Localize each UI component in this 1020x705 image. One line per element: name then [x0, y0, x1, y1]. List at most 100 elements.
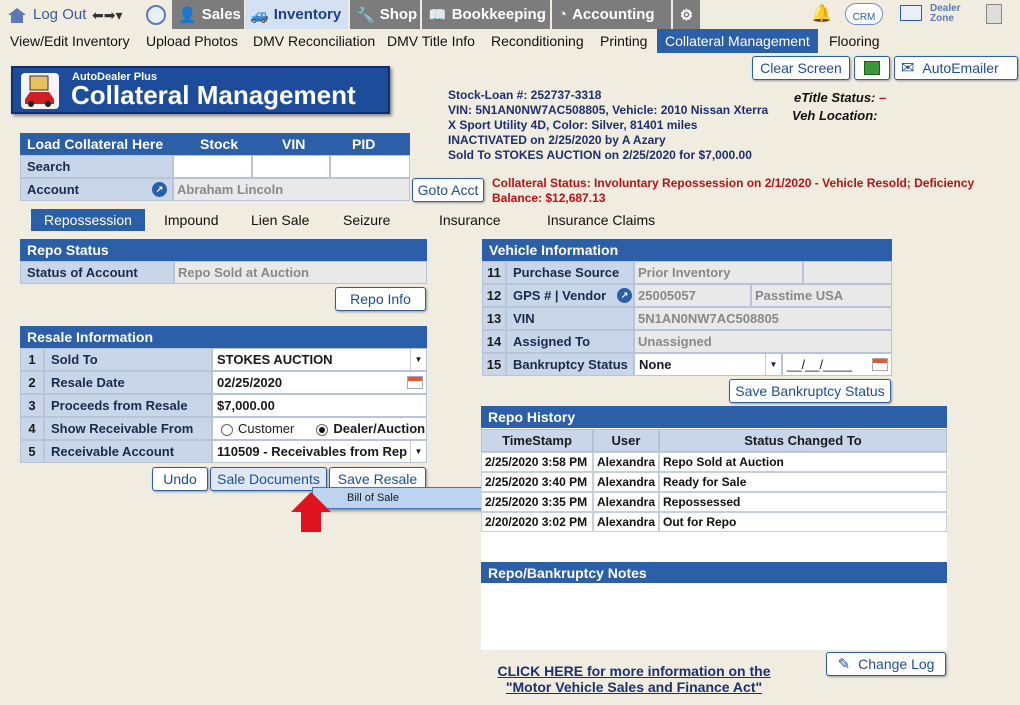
- sold-to-text: Sold To STOKES AUCTION on 2/25/2020 for …: [448, 148, 752, 162]
- sale-documents-menu: Bill of Sale: [312, 487, 494, 509]
- settings-button[interactable]: ⚙: [673, 0, 700, 29]
- account-field[interactable]: Abraham Lincoln: [173, 178, 410, 201]
- sold-to-select[interactable]: STOKES AUCTION ▼: [212, 348, 427, 371]
- row-number: 15: [482, 353, 506, 376]
- menu-item-bill-of-sale[interactable]: Bill of Sale: [347, 492, 399, 504]
- nav-shop[interactable]: 🔧 Shop: [350, 0, 420, 29]
- logout-link[interactable]: Log Out: [6, 0, 86, 29]
- receivable-account-select[interactable]: 110509 - Receivables from Rep ▼: [212, 440, 427, 463]
- vehicle-detail-text: X Sport Utility 4D, Color: Silver, 81401…: [448, 118, 698, 132]
- bankruptcy-date-input[interactable]: __/__/____: [782, 353, 892, 376]
- submenu-collateral[interactable]: Collateral Management: [657, 29, 818, 53]
- history-user: Alexandra: [593, 472, 659, 492]
- bell-icon[interactable]: 🔔: [811, 4, 832, 24]
- account-label-cell: Account ↗: [20, 178, 173, 201]
- nav-arrows-icon[interactable]: ⬅➡▾: [92, 7, 123, 24]
- pid-search-input[interactable]: [330, 155, 410, 178]
- tab-repossession[interactable]: Repossession: [31, 209, 145, 231]
- receivable-account-label: Receivable Account: [44, 440, 212, 463]
- chevron-down-icon: ▼: [410, 349, 426, 370]
- calendar-icon[interactable]: [407, 376, 423, 389]
- mvsfa-link-line1[interactable]: CLICK HERE for more information on the: [484, 663, 784, 679]
- red-arrow-icon: [291, 492, 331, 532]
- nav-inventory-label: Inventory: [273, 6, 342, 23]
- radio-customer[interactable]: Customer: [221, 421, 294, 436]
- stock-search-input[interactable]: [173, 155, 252, 178]
- page-title-banner: AutoDealer Plus Collateral Management: [11, 66, 390, 114]
- mvsfa-link-line2[interactable]: "Motor Vehicle Sales and Finance Act": [484, 679, 784, 695]
- bankruptcy-status-value: None: [639, 357, 672, 372]
- submenu-printing[interactable]: Printing: [600, 29, 647, 53]
- row-number: 5: [20, 440, 44, 463]
- history-status: Repossessed: [659, 492, 947, 512]
- save-bankruptcy-button[interactable]: Save Bankruptcy Status: [729, 379, 891, 403]
- export-button[interactable]: [854, 56, 890, 80]
- vin-field: 5N1AN0NW7AC508805: [634, 307, 892, 330]
- vin-search-input[interactable]: [252, 155, 330, 178]
- nav-inventory[interactable]: 🚙 Inventory: [245, 0, 348, 29]
- crm-label: CRM: [852, 12, 876, 23]
- row-number: 13: [482, 307, 506, 330]
- dealer-zone-icon[interactable]: [900, 5, 922, 21]
- radio-dealer-auction[interactable]: Dealer/Auction: [316, 421, 425, 436]
- autoemailer-label: AutoEmailer: [922, 60, 999, 76]
- nav-accounting[interactable]: ◔ Accounting: [552, 0, 671, 29]
- sale-documents-button[interactable]: Sale Documents: [210, 467, 327, 491]
- purchase-source-label: Purchase Source: [506, 261, 634, 284]
- bankruptcy-status-label: Bankruptcy Status: [506, 353, 634, 376]
- submenu-dmv-title[interactable]: DMV Title Info: [387, 29, 475, 53]
- book-icon: 📖: [428, 6, 447, 24]
- proceeds-input[interactable]: $7,000.00: [212, 394, 427, 417]
- calculator-icon[interactable]: [986, 4, 1002, 24]
- clear-screen-label: Clear Screen: [760, 60, 842, 76]
- calendar-icon[interactable]: [872, 358, 888, 371]
- history-timestamp: 2/25/2020 3:40 PM: [481, 472, 593, 492]
- receivable-account-value: 110509 - Receivables from Rep: [217, 444, 408, 459]
- search-label: Search: [20, 155, 173, 178]
- crm-button[interactable]: CRM: [845, 3, 883, 25]
- load-collateral-header: Load Collateral Here Stock VIN PID: [20, 133, 410, 155]
- resale-date-input[interactable]: 02/25/2020: [212, 371, 427, 394]
- tab-impound[interactable]: Impound: [164, 209, 218, 231]
- row-number: 2: [20, 371, 44, 394]
- submenu-flooring[interactable]: Flooring: [829, 29, 880, 53]
- page-title: Collateral Management: [71, 80, 356, 110]
- notes-textarea[interactable]: [481, 583, 947, 650]
- bankruptcy-status-select[interactable]: None ▼: [634, 353, 782, 376]
- stock-col-label: Stock: [200, 136, 239, 152]
- etitle-label: eTitle Status:: [794, 90, 876, 105]
- history-user: Alexandra: [593, 492, 659, 512]
- radio-icon: [221, 423, 233, 436]
- submenu-dmv-reconciliation[interactable]: DMV Reconciliation: [253, 29, 375, 53]
- autoemailer-button[interactable]: ✉ AutoEmailer: [894, 56, 1018, 80]
- tab-seizure[interactable]: Seizure: [343, 209, 390, 231]
- nav-bookkeeping[interactable]: 📖 Bookkeeping: [422, 0, 550, 29]
- change-log-button[interactable]: ✎ Change Log: [826, 652, 946, 676]
- nav-accounting-label: Accounting: [572, 6, 655, 23]
- gps-lookup-icon[interactable]: ↗: [617, 288, 632, 303]
- vehicle-info-header: Vehicle Information: [482, 239, 892, 261]
- repo-info-button[interactable]: Repo Info: [335, 287, 426, 311]
- account-lookup-icon[interactable]: ↗: [152, 182, 167, 197]
- user-face-icon[interactable]: [146, 5, 166, 25]
- submenu-view-edit[interactable]: View/Edit Inventory: [10, 29, 130, 53]
- undo-button[interactable]: Undo: [152, 467, 208, 491]
- repo-status-header: Repo Status: [20, 239, 427, 261]
- logout-label: Log Out: [33, 6, 87, 23]
- salesman-icon: 👤: [178, 6, 197, 24]
- history-timestamp: 2/25/2020 3:35 PM: [481, 492, 593, 512]
- nav-bookkeeping-label: Bookkeeping: [451, 6, 546, 23]
- status-of-account-label: Status of Account: [20, 261, 174, 284]
- clear-screen-button[interactable]: Clear Screen: [752, 56, 850, 80]
- tab-lien-sale[interactable]: Lien Sale: [251, 209, 309, 231]
- tab-insurance[interactable]: Insurance: [439, 209, 500, 231]
- nav-sales[interactable]: 👤 Sales: [172, 0, 244, 29]
- goto-acct-button[interactable]: Goto Acct: [412, 178, 484, 202]
- tab-insurance-claims[interactable]: Insurance Claims: [547, 209, 655, 231]
- submenu-reconditioning[interactable]: Reconditioning: [491, 29, 584, 53]
- nav-shop-label: Shop: [379, 6, 418, 23]
- vin-col-label: VIN: [282, 136, 306, 152]
- submenu-upload-photos[interactable]: Upload Photos: [146, 29, 238, 53]
- dealer-zone-link[interactable]: Dealer Zone: [930, 4, 961, 24]
- assigned-to-label: Assigned To: [506, 330, 634, 353]
